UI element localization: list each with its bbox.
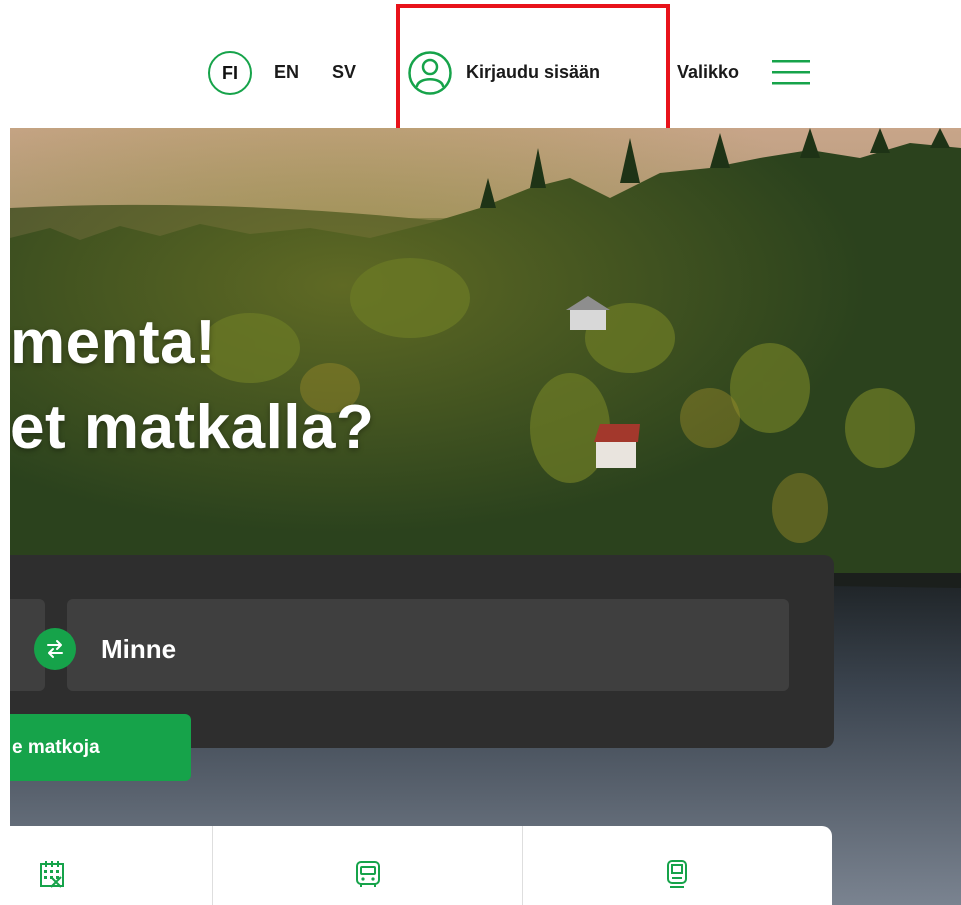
language-en-link[interactable]: EN <box>274 62 299 83</box>
site-header: FI EN SV Kirjaudu sisään Valikko <box>0 0 961 132</box>
hero-banner: menta! et matkalla? Minne e matkoja <box>10 128 961 905</box>
page: FI EN SV Kirjaudu sisään Valikko menta! … <box>0 0 961 905</box>
login-link[interactable]: Kirjaudu sisään <box>466 62 600 83</box>
language-sv-link[interactable]: SV <box>332 62 356 83</box>
to-field-label: Minne <box>101 634 177 664</box>
quick-link-bus[interactable] <box>213 826 522 905</box>
swap-arrows-icon <box>47 640 63 658</box>
menu-label[interactable]: Valikko <box>677 62 739 83</box>
hero-headline-line-2: et matkalla? <box>10 393 375 462</box>
calendar-icon <box>40 861 64 888</box>
user-icon[interactable] <box>407 50 453 96</box>
hero-headline-line-1: menta! <box>10 308 217 377</box>
quick-links <box>10 826 832 905</box>
quick-link-train[interactable] <box>523 826 832 905</box>
language-fi-button[interactable]: FI <box>208 51 252 95</box>
quick-link-calendar[interactable] <box>10 826 212 905</box>
train-icon <box>667 860 687 888</box>
hamburger-menu-icon[interactable] <box>772 56 810 88</box>
swap-direction-button[interactable] <box>34 628 76 670</box>
search-trips-button[interactable]: e matkoja <box>10 714 191 781</box>
bus-icon <box>356 861 380 887</box>
forest-lake-photo <box>10 128 961 905</box>
